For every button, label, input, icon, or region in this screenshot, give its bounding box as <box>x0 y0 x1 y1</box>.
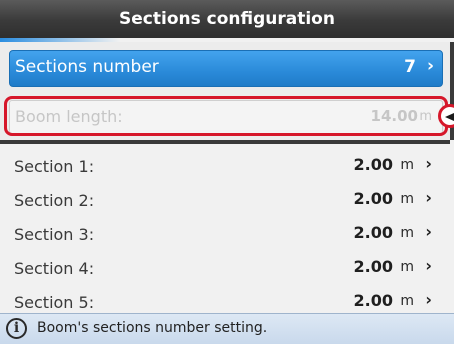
section-value: 2.00 <box>353 155 393 174</box>
section-label: Section 2: <box>14 191 95 210</box>
section-label: Section 1: <box>14 157 95 176</box>
chevron-right-icon: › <box>425 188 432 207</box>
sections-number-value: 7 <box>404 57 416 77</box>
section-label: Section 5: <box>14 293 95 312</box>
section-unit: m <box>400 259 414 275</box>
section-unit: m <box>400 157 414 173</box>
highlight-frame <box>4 96 448 136</box>
chevron-right-icon: › <box>425 256 432 275</box>
chevron-right-icon: › <box>426 56 434 76</box>
section-value: 2.00 <box>353 291 393 310</box>
section-row-5[interactable]: Section 5: 2.00 m › <box>0 280 450 314</box>
sections-number-label: Sections number <box>15 57 159 77</box>
status-text: Boom's sections number setting. <box>37 320 268 336</box>
section-unit: m <box>400 191 414 207</box>
section-unit: m <box>400 225 414 241</box>
chevron-right-icon: › <box>425 154 432 173</box>
section-label: Section 3: <box>14 225 95 244</box>
status-bar: i Boom's sections number setting. <box>0 313 454 344</box>
page-title: Sections configuration <box>0 0 454 38</box>
chevron-right-icon: › <box>425 290 432 309</box>
section-label: Section 4: <box>14 259 95 278</box>
section-row-3[interactable]: Section 3: 2.00 m › <box>0 212 450 246</box>
section-unit: m <box>400 293 414 309</box>
section-value: 2.00 <box>353 257 393 276</box>
section-value: 2.00 <box>353 189 393 208</box>
section-value: 2.00 <box>353 223 393 242</box>
section-row-2[interactable]: Section 2: 2.00 m › <box>0 178 450 212</box>
screen: Sections configuration Sections number 7… <box>0 0 454 344</box>
info-icon: i <box>6 318 27 339</box>
section-row-1[interactable]: Section 1: 2.00 m › <box>0 144 450 178</box>
section-list: Section 1: 2.00 m › Section 2: 2.00 m › … <box>0 144 450 312</box>
section-row-4[interactable]: Section 4: 2.00 m › <box>0 246 450 280</box>
sections-number-button[interactable]: Sections number 7 › <box>9 50 443 87</box>
chevron-right-icon: › <box>425 222 432 241</box>
